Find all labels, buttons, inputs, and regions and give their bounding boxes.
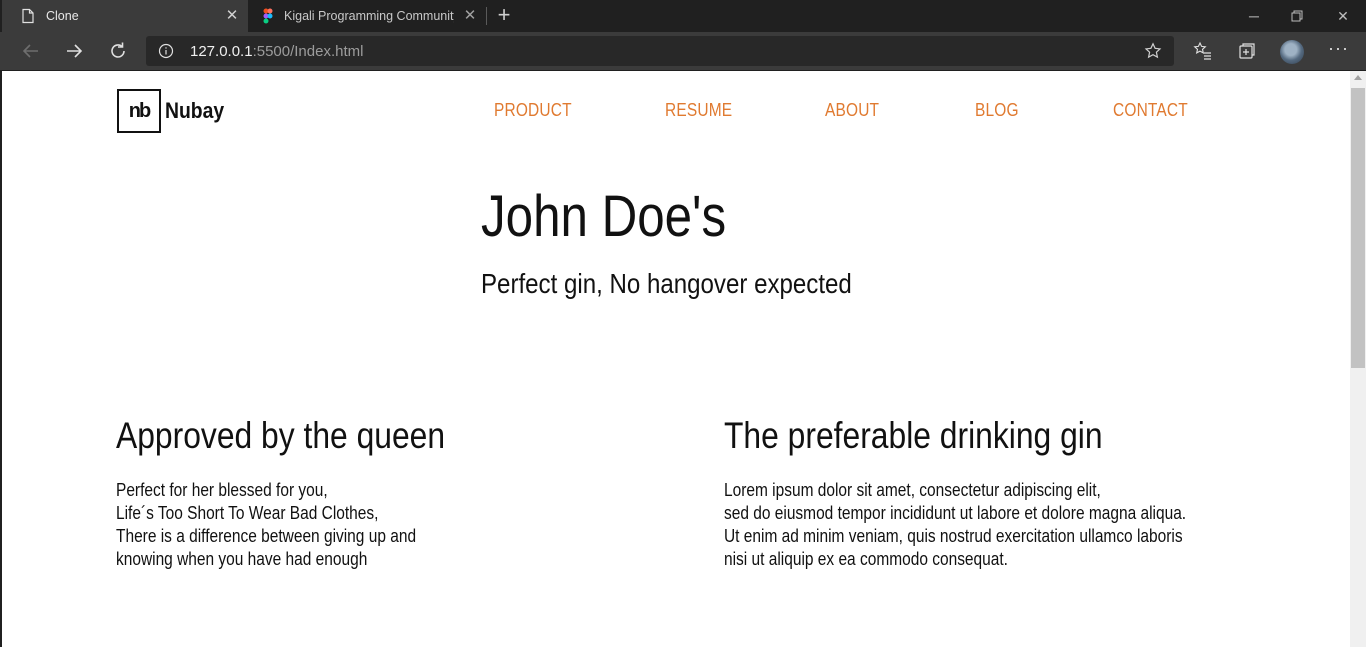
hero-subtitle: Perfect gin, No hangover expected [481,268,852,299]
tab-strip: Clone ✕ Kigali Programming Community ✕ +… [0,0,1366,32]
nav-product[interactable]: PRODUCT [494,100,572,121]
close-tab-icon[interactable]: ✕ [224,8,240,24]
feature-gin: The preferable drinking gin Lorem ipsum … [724,415,1261,571]
logo-mark: nb [117,89,161,133]
nav-contact[interactable]: CONTACT [1113,100,1188,121]
tab-title: Clone [46,9,79,23]
close-tab-icon[interactable]: ✕ [462,8,478,24]
feature-line: Life´s Too Short To Wear Bad Clothes, [116,503,379,523]
logo-name: Nubay [165,98,225,123]
restore-icon[interactable] [1287,6,1307,26]
feature-line: nisi ut aliquip ex ea commodo consequat. [724,549,1008,569]
feature-line: knowing when you have had enough [116,549,368,569]
feature-line: sed do eiusmod tempor incididunt ut labo… [724,503,1187,523]
address-bar[interactable]: 127.0.0.1:5500/Index.html [146,36,1174,66]
scrollbar-thumb[interactable] [1351,88,1365,368]
close-window-icon[interactable]: ✕ [1333,6,1353,26]
nav-blog[interactable]: BLOG [975,100,1019,121]
feature-line: Perfect for her blessed for you, [116,480,328,500]
url-text[interactable]: 127.0.0.1:5500/Index.html [190,43,363,60]
browser-toolbar: 127.0.0.1:5500/Index.html ··· [0,32,1366,70]
page-scrollbar[interactable] [1350,71,1366,647]
figma-icon [263,8,273,24]
page-viewport: nb Nubay PRODUCT RESUME ABOUT BLOG CONTA… [2,71,1350,647]
feature-heading: The preferable drinking gin [724,415,1103,456]
more-icon[interactable]: ··· [1328,39,1348,59]
favorites-list-icon[interactable] [1193,41,1213,61]
site-logo[interactable]: nb Nubay [117,89,232,133]
feature-line: Lorem ipsum dolor sit amet, consectetur … [724,480,1101,500]
nav-resume[interactable]: RESUME [665,100,732,121]
avatar[interactable] [1280,40,1304,64]
refresh-icon[interactable] [106,39,130,63]
scroll-up-icon[interactable] [1354,75,1362,80]
feature-line: Ut enim ad minim veniam, quis nostrud ex… [724,526,1183,546]
arrow-left-icon[interactable] [19,39,43,63]
tab-clone[interactable]: Clone ✕ [2,0,248,32]
feature-text: Lorem ipsum dolor sit amet, consectetur … [724,479,1261,571]
new-tab-icon[interactable]: + [494,4,514,27]
tab-title: Kigali Programming Community [284,9,454,23]
feature-text: Perfect for her blessed for you, Life´s … [116,479,499,571]
feature-heading: Approved by the queen [116,415,446,456]
tab-kigali[interactable]: Kigali Programming Community ✕ [250,0,484,32]
url-host: 127.0.0.1 [190,43,253,60]
hero-title: John Doe's [481,184,727,249]
minimize-icon[interactable]: ─ [1244,6,1264,26]
web-page: nb Nubay PRODUCT RESUME ABOUT BLOG CONTA… [2,71,1350,647]
page-icon [22,8,34,24]
tab-divider [486,7,487,25]
feature-line: There is a difference between giving up … [116,526,417,546]
arrow-right-icon[interactable] [62,39,86,63]
feature-queen: Approved by the queen Perfect for her bl… [116,415,499,571]
nav-about[interactable]: ABOUT [825,100,879,121]
url-path: :5500/Index.html [252,43,364,60]
star-icon[interactable] [1144,42,1162,60]
info-icon[interactable] [158,43,174,59]
collections-icon[interactable] [1237,41,1257,61]
